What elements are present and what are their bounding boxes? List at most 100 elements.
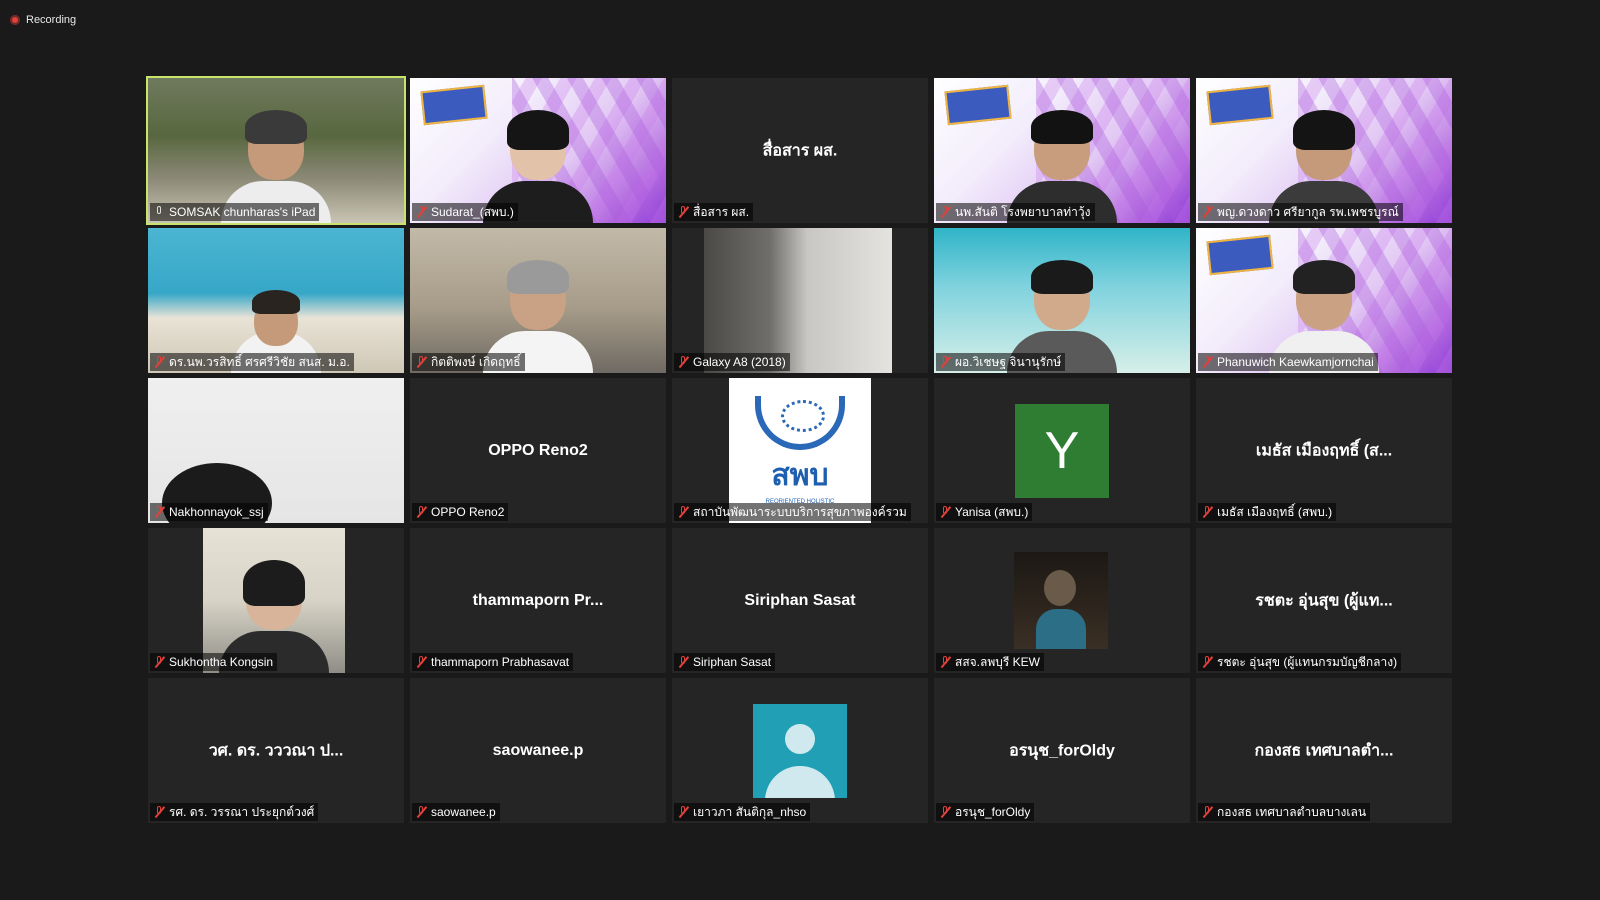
participant-tile[interactable]: เมธัส เมืองฤทธิ์ (ส... เมธัส เมืองฤทธิ์ …: [1196, 378, 1452, 523]
microphone-muted-icon: [154, 356, 165, 368]
participant-name-label: SOMSAK chunharas's iPad: [150, 203, 320, 221]
participant-display-name: รชตะ อุ่นสุข (ผู้แท...: [1255, 592, 1393, 609]
participant-name-label: Sudarat_(สพบ.): [412, 203, 518, 221]
participant-name-label: Nakhonnayok_ssj: [150, 503, 268, 521]
participant-tile[interactable]: วศ. ดร. วววณา ป... รศ. ดร. วรรณา ประยุกต…: [148, 678, 404, 823]
record-icon: [10, 15, 20, 25]
participant-name-label: สื่อสาร ผส.: [674, 203, 754, 221]
microphone-muted-icon: [1202, 356, 1213, 368]
participant-tile[interactable]: กองสธ เทศบาลตำ... กองสธ เทศบาลตำบลบางเลน: [1196, 678, 1452, 823]
participant-tile[interactable]: ผอ.วิเชษฐ จินานุรักษ์: [934, 228, 1190, 373]
event-poster-image: [944, 84, 1012, 126]
video-feed: [148, 378, 404, 523]
participant-tile[interactable]: thammaporn Pr... thammaporn Prabhasavat: [410, 528, 666, 673]
participant-name-label: Siriphan Sasat: [674, 653, 776, 671]
participant-tile[interactable]: สสจ.ลพบุรี KEW: [934, 528, 1190, 673]
recording-indicator[interactable]: Recording: [10, 12, 76, 28]
participant-tile[interactable]: กิตติพงษ์ เกิดฤทธิ์: [410, 228, 666, 373]
video-feed: [1196, 78, 1452, 223]
participant-name-label: saowanee.p: [412, 803, 500, 821]
video-feed: [934, 78, 1190, 223]
participant-tile[interactable]: Sudarat_(สพบ.): [410, 78, 666, 223]
participant-display-name: กองสธ เทศบาลตำ...: [1254, 742, 1394, 759]
recording-label: Recording: [26, 14, 77, 26]
microphone-muted-icon: [678, 806, 689, 818]
participant-tile[interactable]: สพบ REORIENTED HOLISTIC สถาบันพัฒนาระบบบ…: [672, 378, 928, 523]
microphone-muted-icon: [678, 656, 689, 668]
participant-name-label: Galaxy A8 (2018): [674, 353, 790, 371]
participant-display-name: วศ. ดร. วววณา ป...: [208, 742, 344, 759]
participant-tile[interactable]: พญ.ดวงดาว ศรียากูล รพ.เพชรบูรณ์: [1196, 78, 1452, 223]
participant-tile[interactable]: SOMSAK chunharas's iPad: [146, 76, 406, 225]
microphone-muted-icon: [940, 356, 951, 368]
microphone-muted-icon: [940, 806, 951, 818]
video-feed: [1014, 552, 1108, 649]
microphone-muted-icon: [1202, 506, 1213, 518]
participant-name-label: นพ.สันติ โรงพยาบาลท่าวุ้ง: [936, 203, 1095, 221]
participant-name-label: thammaporn Prabhasavat: [412, 653, 574, 671]
participant-name-label: สถาบันพัฒนาระบบบริการสุขภาพองค์รวม: [674, 503, 911, 521]
participant-name-label: เมธัส เมืองฤทธิ์ (สพบ.): [1198, 503, 1337, 521]
video-feed: [148, 228, 404, 373]
participant-name-label: เยาวภา สันติกุล_nhso: [674, 803, 811, 821]
participant-display-name: เมธัส เมืองฤทธิ์ (ส...: [1255, 442, 1393, 459]
microphone-muted-icon: [940, 656, 951, 668]
microphone-muted-icon: [1202, 206, 1213, 218]
participant-tile[interactable]: เยาวภา สันติกุล_nhso: [672, 678, 928, 823]
participant-display-name: thammaporn Pr...: [472, 591, 604, 609]
event-poster-image: [420, 84, 488, 126]
participant-tile[interactable]: Phanuwich Kaewkamjornchai: [1196, 228, 1452, 373]
participant-name-label: พญ.ดวงดาว ศรียากูล รพ.เพชรบูรณ์: [1198, 203, 1403, 221]
video-feed: [203, 528, 345, 673]
participant-name-label: กองสธ เทศบาลตำบลบางเลน: [1198, 803, 1371, 821]
participant-tile[interactable]: saowanee.p saowanee.p: [410, 678, 666, 823]
participant-name-label: OPPO Reno2: [412, 503, 509, 521]
participant-tile[interactable]: Sukhontha Kongsin: [148, 528, 404, 673]
microphone-muted-icon: [940, 206, 951, 218]
microphone-muted-icon: [416, 206, 427, 218]
participant-display-name: saowanee.p: [492, 741, 584, 759]
microphone-muted-icon: [416, 806, 427, 818]
video-feed: [934, 228, 1190, 373]
participant-tile[interactable]: Galaxy A8 (2018): [672, 228, 928, 373]
organization-logo: สพบ REORIENTED HOLISTIC: [729, 378, 871, 523]
microphone-muted-icon: [416, 656, 427, 668]
participant-name-label: รศ. ดร. วรรณา ประยุกต์วงศ์: [150, 803, 319, 821]
participant-tile[interactable]: OPPO Reno2 OPPO Reno2: [410, 378, 666, 523]
participant-display-name: Siriphan Sasat: [744, 591, 856, 609]
participant-tile[interactable]: Nakhonnayok_ssj: [148, 378, 404, 523]
participant-name-label: รชตะ อุ่นสุข (ผู้แทนกรมบัญชีกลาง): [1198, 653, 1402, 671]
participant-name-label: ดร.นพ.วรสิทธิ์ ศรศรีวิชัย สนส. ม.อ.: [150, 353, 354, 371]
microphone-muted-icon: [154, 656, 165, 668]
avatar: Y: [1015, 403, 1109, 498]
microphone-muted-icon: [154, 806, 165, 818]
microphone-muted-icon: [678, 356, 689, 368]
participant-gallery: SOMSAK chunharas's iPad Sudarat_(สพบ.) ส…: [146, 76, 1452, 824]
participant-tile[interactable]: Siriphan Sasat Siriphan Sasat: [672, 528, 928, 673]
participant-display-name: OPPO Reno2: [488, 441, 588, 459]
video-feed: [410, 228, 666, 373]
microphone-icon: [154, 206, 165, 218]
microphone-muted-icon: [1202, 656, 1213, 668]
event-poster-image: [1206, 234, 1274, 276]
video-feed: [148, 78, 404, 223]
participant-name-label: อรนุช_forOldy: [936, 803, 1035, 821]
participant-tile[interactable]: นพ.สันติ โรงพยาบาลท่าวุ้ง: [934, 78, 1190, 223]
participant-name-label: Yanisa (สพบ.): [936, 503, 1033, 521]
participant-name-label: Sukhontha Kongsin: [150, 653, 278, 671]
microphone-muted-icon: [416, 356, 427, 368]
default-avatar-icon: [753, 703, 847, 798]
microphone-muted-icon: [678, 206, 689, 218]
participant-name-label: กิตติพงษ์ เกิดฤทธิ์: [412, 353, 525, 371]
video-feed: [704, 228, 892, 373]
participant-tile[interactable]: อรนุช_forOldy อรนุช_forOldy: [934, 678, 1190, 823]
microphone-muted-icon: [154, 506, 165, 518]
microphone-muted-icon: [940, 506, 951, 518]
participant-tile[interactable]: ดร.นพ.วรสิทธิ์ ศรศรีวิชัย สนส. ม.อ.: [148, 228, 404, 373]
participant-tile[interactable]: รชตะ อุ่นสุข (ผู้แท... รชตะ อุ่นสุข (ผู้…: [1196, 528, 1452, 673]
participant-tile[interactable]: สื่อสาร ผส. สื่อสาร ผส.: [672, 78, 928, 223]
microphone-muted-icon: [678, 506, 689, 518]
participant-tile[interactable]: Y Yanisa (สพบ.): [934, 378, 1190, 523]
participant-name-label: Phanuwich Kaewkamjornchai: [1198, 353, 1378, 371]
participant-display-name: สื่อสาร ผส.: [762, 142, 838, 159]
